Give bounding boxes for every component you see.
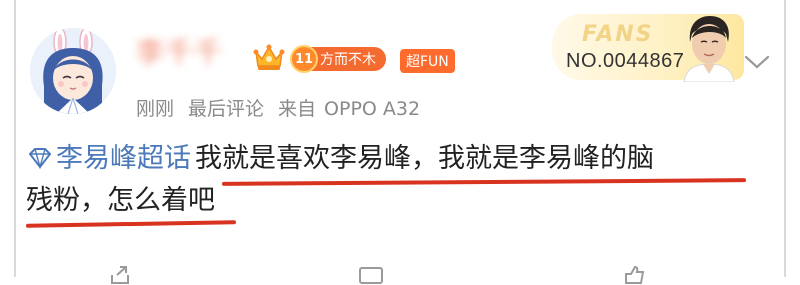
topic-link[interactable]: 李易峰超话 <box>56 143 191 174</box>
avatar[interactable] <box>30 28 116 114</box>
comment-icon <box>358 264 384 285</box>
fan-level-badge[interactable]: 11 方而不木 <box>290 45 386 73</box>
post-line-1: 李易峰超话 我就是喜欢李易峰，我就是李易峰的脑 <box>26 138 766 180</box>
fans-label: FANS <box>582 22 654 47</box>
repost-button[interactable] <box>110 264 132 285</box>
share-icon <box>110 264 132 285</box>
fan-level-number: 11 <box>290 45 318 73</box>
diamond-icon <box>26 140 54 170</box>
username[interactable]: 李千千 <box>136 38 248 68</box>
fan-level-label: 方而不木 <box>320 52 376 68</box>
fans-portrait <box>676 12 742 83</box>
like-icon <box>622 264 646 285</box>
superfun-badge[interactable]: 超FUN <box>400 49 455 73</box>
post-time: 刚刚 <box>136 98 175 120</box>
fans-number: NO.0044867 <box>566 50 685 72</box>
post-text-line2: 残粉，怎么着吧 <box>26 185 215 216</box>
last-comment-label: 最后评论 <box>188 98 265 120</box>
source-device: OPPO A32 <box>324 98 421 120</box>
chevron-down-icon[interactable] <box>742 52 772 72</box>
action-bar <box>0 258 800 284</box>
comment-button[interactable] <box>358 264 384 285</box>
post-line-2: 残粉，怎么着吧 <box>26 180 766 222</box>
post-meta: 刚刚 最后评论 来自 OPPO A32 <box>136 94 434 121</box>
post-text-line1: 我就是喜欢李易峰，我就是李易峰的脑 <box>195 143 654 174</box>
crown-icon <box>252 42 286 72</box>
source-prefix: 来自 <box>278 98 317 120</box>
like-button[interactable] <box>622 264 646 285</box>
